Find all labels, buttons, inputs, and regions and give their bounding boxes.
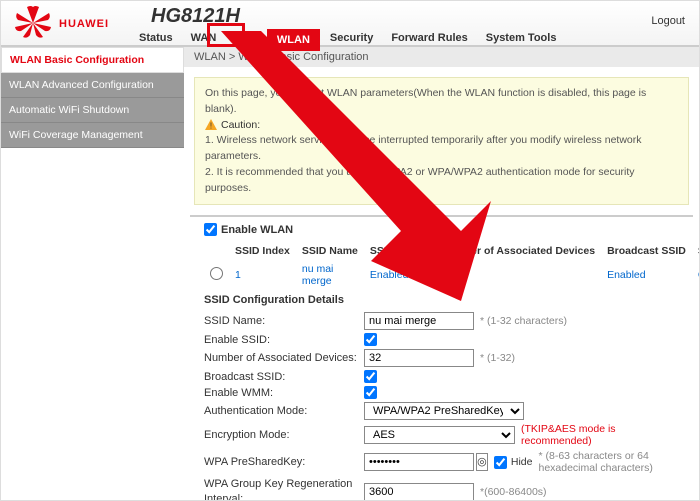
row-select-radio[interactable] — [210, 267, 223, 280]
num-devices-hint: * (1-32) — [480, 352, 515, 364]
enable-wlan-label: Enable WLAN — [221, 224, 293, 236]
th-broadcast: Broadcast SSID — [601, 242, 692, 260]
details-title: SSID Configuration Details — [204, 294, 679, 306]
brand-logo: HUAWEI — [13, 5, 109, 41]
sidebar-item-auto-wifi-shutdown[interactable]: Automatic WiFi Shutdown — [1, 98, 184, 123]
regen-input[interactable] — [364, 483, 474, 500]
ssid-name-hint: * (1-32 characters) — [480, 315, 567, 327]
th-ssid-index: SSID Index — [229, 242, 296, 260]
huawei-icon — [13, 5, 53, 41]
enable-ssid-checkbox[interactable] — [364, 333, 377, 346]
regen-label: WPA Group Key Regeneration Interval: — [204, 477, 364, 500]
wpa-key-label: WPA PreSharedKey: — [204, 456, 364, 468]
cell-status: Enabled — [364, 260, 436, 290]
sidebar-item-wifi-coverage[interactable]: WiFi Coverage Management — [1, 123, 184, 148]
svg-text:!: ! — [210, 122, 212, 131]
th-ssid-name: SSID Name — [296, 242, 364, 260]
hide-key-checkbox[interactable] — [494, 456, 507, 469]
table-row[interactable]: 1 nu mai merge Enabled 32 Enabled Config… — [204, 260, 699, 290]
content: Enable WLAN SSID Index SSID Name SSID St… — [190, 215, 693, 500]
wpa-key-hint: * (8-63 characters or 64 hexadecimal cha… — [538, 450, 679, 474]
wpa-key-input[interactable] — [364, 453, 474, 471]
enable-wlan-row: Enable WLAN — [204, 223, 679, 236]
logout-link[interactable]: Logout — [651, 15, 685, 27]
wlan-tab-highlight — [207, 23, 245, 47]
notice-box: On this page, you can set WLAN parameter… — [194, 77, 689, 205]
cell-num: 32 — [435, 260, 601, 290]
main-panel: WLAN > WLAN Basic Configuration On this … — [184, 47, 699, 500]
brand-text: HUAWEI — [59, 18, 109, 30]
enable-wlan-checkbox[interactable] — [204, 223, 217, 236]
th-num-devices: Number of Associated Devices — [435, 242, 601, 260]
broadcast-ssid-label: Broadcast SSID: — [204, 371, 364, 383]
th-security: Security Configuration — [692, 242, 699, 260]
enable-ssid-label: Enable SSID: — [204, 334, 364, 346]
enable-wmm-checkbox[interactable] — [364, 386, 377, 399]
eye-icon[interactable]: ◎ — [476, 453, 488, 471]
caution-row: ! Caution: — [205, 118, 678, 134]
header: HUAWEI HG8121H Logout Status WAN LAN WLA… — [1, 1, 699, 47]
tab-security[interactable]: Security — [322, 29, 381, 51]
ssid-table: SSID Index SSID Name SSID Status Number … — [204, 242, 699, 290]
cell-index: 1 — [229, 260, 296, 290]
tab-wlan[interactable]: WLAN — [267, 29, 320, 51]
th-ssid-status: SSID Status — [364, 242, 436, 260]
ssid-name-label: SSID Name: — [204, 315, 364, 327]
notice-l1: 1. Wireless network services may be inte… — [205, 133, 678, 165]
enable-wmm-label: Enable WMM: — [204, 387, 364, 399]
num-devices-input[interactable] — [364, 349, 474, 367]
hide-label: Hide — [511, 456, 533, 468]
notice-l2: 2. It is recommended that you use the WP… — [205, 165, 678, 197]
ssid-name-input[interactable] — [364, 312, 474, 330]
enc-mode-select[interactable]: AES — [364, 426, 515, 444]
enc-mode-label: Encryption Mode: — [204, 429, 364, 441]
tab-forward-rules[interactable]: Forward Rules — [383, 29, 475, 51]
sidebar: WLAN Basic Configuration WLAN Advanced C… — [1, 47, 184, 500]
sidebar-item-wlan-advanced[interactable]: WLAN Advanced Configuration — [1, 73, 184, 98]
warning-icon: ! — [205, 119, 217, 131]
top-nav: Status WAN LAN WLAN Security Forward Rul… — [131, 29, 564, 51]
broadcast-ssid-checkbox[interactable] — [364, 370, 377, 383]
auth-mode-select[interactable]: WPA/WPA2 PreSharedKey — [364, 402, 524, 420]
tab-system-tools[interactable]: System Tools — [478, 29, 565, 51]
auth-mode-label: Authentication Mode: — [204, 405, 364, 417]
cell-broadcast: Enabled — [601, 260, 692, 290]
notice-line1: On this page, you can set WLAN parameter… — [205, 86, 678, 118]
tab-status[interactable]: Status — [131, 29, 181, 51]
cell-security: Configured — [692, 260, 699, 290]
cell-name: nu mai merge — [296, 260, 364, 290]
enc-mode-hint: (TKIP&AES mode is recommended) — [521, 423, 679, 447]
num-devices-label: Number of Associated Devices: — [204, 352, 364, 364]
regen-hint: *(600-86400s) — [480, 486, 547, 498]
